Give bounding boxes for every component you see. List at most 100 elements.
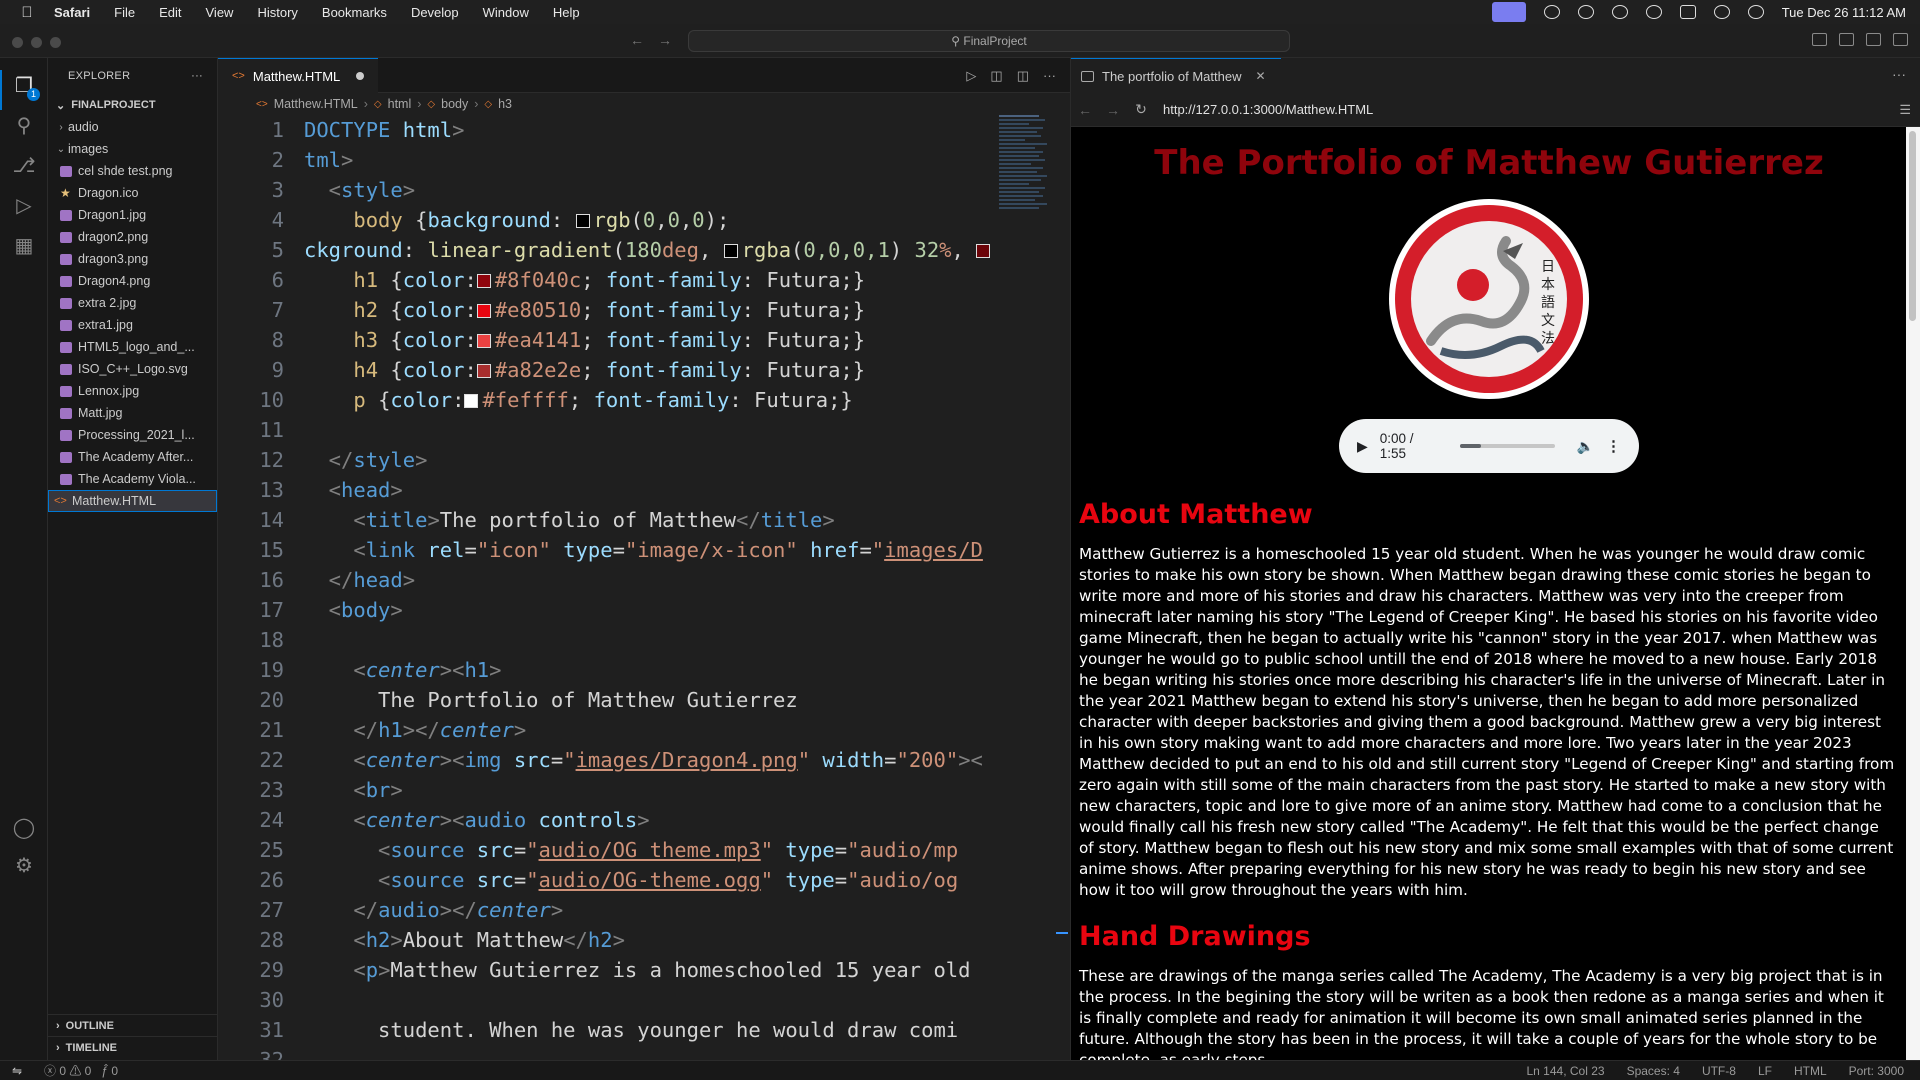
close-icon[interactable]: ✕ bbox=[1255, 69, 1265, 83]
breadcrumb-item[interactable]: body bbox=[441, 97, 468, 111]
menu-edit[interactable]: Edit bbox=[159, 5, 181, 20]
tree-file[interactable]: Processing_2021_l... bbox=[48, 424, 217, 446]
tab-preview[interactable]: The portfolio of Matthew ✕ bbox=[1071, 58, 1281, 93]
open-preview-icon[interactable]: ◫ bbox=[990, 68, 1002, 84]
customize-layout-icon[interactable] bbox=[1893, 33, 1908, 46]
tree-file[interactable]: cel shde test.png bbox=[48, 160, 217, 182]
extensions-icon[interactable]: ▦ bbox=[12, 234, 36, 258]
menu-view[interactable]: View bbox=[206, 5, 234, 20]
remote-icon[interactable]: ⇋ bbox=[0, 1061, 34, 1080]
menu-history[interactable]: History bbox=[257, 5, 297, 20]
minimap[interactable] bbox=[999, 115, 1065, 395]
tree-file[interactable]: Dragon4.png bbox=[48, 270, 217, 292]
tree-file[interactable]: dragon2.png bbox=[48, 226, 217, 248]
language-mode[interactable]: HTML bbox=[1794, 1064, 1827, 1078]
volume-icon[interactable]: 🔈 bbox=[1577, 438, 1594, 455]
color-swatch-icon[interactable] bbox=[464, 394, 479, 408]
tree-file[interactable]: Matt.jpg bbox=[48, 402, 217, 424]
tree-file[interactable]: The Academy After... bbox=[48, 446, 217, 468]
audio-progress-slider[interactable] bbox=[1460, 444, 1555, 448]
timeline-section[interactable]: › TIMELINE bbox=[48, 1036, 218, 1058]
project-folder[interactable]: ⌄ FINALPROJECT bbox=[48, 94, 217, 116]
zoom-window-button[interactable] bbox=[50, 37, 61, 48]
split-editor-icon[interactable]: ◫ bbox=[1017, 68, 1029, 84]
control-center-icon[interactable] bbox=[1679, 5, 1696, 19]
tree-file[interactable]: extra1.jpg bbox=[48, 314, 217, 336]
toggle-panel-icon[interactable] bbox=[1839, 33, 1854, 46]
account-icon[interactable]: ◯ bbox=[12, 816, 36, 840]
play-circle-icon[interactable] bbox=[1577, 5, 1594, 19]
more-actions-icon[interactable]: ··· bbox=[1892, 66, 1906, 82]
menu-help[interactable]: Help bbox=[553, 5, 580, 20]
tab-matthew-html[interactable]: <> Matthew.HTML bbox=[218, 58, 379, 93]
source-control-icon[interactable]: ⎇ bbox=[12, 154, 36, 178]
breadcrumb-item[interactable]: Matthew.HTML bbox=[274, 97, 358, 111]
run-icon[interactable]: ▷ bbox=[966, 68, 976, 84]
hamburger-menu-icon[interactable]: ☰ bbox=[1899, 102, 1911, 118]
forward-arrow-icon[interactable]: → bbox=[1099, 102, 1127, 118]
user-circle-icon[interactable] bbox=[1611, 5, 1628, 19]
problems-indicator[interactable]: ⓧ 0 ⚠ 0 bbox=[44, 1062, 91, 1079]
color-swatch-icon[interactable] bbox=[723, 244, 738, 258]
back-arrow-icon[interactable]: ← bbox=[630, 32, 644, 48]
explorer-more-icon[interactable]: ··· bbox=[191, 70, 203, 82]
url-field[interactable]: http://127.0.0.1:3000/Matthew.HTML bbox=[1163, 102, 1373, 117]
tree-file[interactable]: The Academy Viola... bbox=[48, 468, 217, 490]
tree-file[interactable]: dragon3.png bbox=[48, 248, 217, 270]
code-link[interactable]: images/Dragon4.png bbox=[576, 748, 798, 772]
code-area[interactable]: 1 DOCTYPE html> 2 tml> 3 <style> 4 body {b… bbox=[218, 115, 993, 1060]
code-link[interactable]: images/D bbox=[884, 538, 983, 562]
tree-file-selected[interactable]: <> Matthew.HTML bbox=[48, 490, 217, 512]
back-arrow-icon[interactable]: ← bbox=[1071, 102, 1099, 118]
apple-menu-icon[interactable]:  bbox=[0, 4, 54, 21]
tree-file[interactable]: ISO_C++_Logo.svg bbox=[48, 358, 217, 380]
forward-arrow-icon[interactable]: → bbox=[658, 32, 672, 48]
chrome-icon[interactable] bbox=[1543, 5, 1560, 19]
breadcrumb-item[interactable]: h3 bbox=[498, 97, 512, 111]
menu-file[interactable]: File bbox=[114, 5, 135, 20]
color-swatch-icon[interactable] bbox=[976, 244, 991, 258]
color-swatch-icon[interactable] bbox=[476, 304, 491, 318]
breadcrumb-item[interactable]: html bbox=[388, 97, 412, 111]
reload-icon[interactable]: ↻ bbox=[1127, 101, 1155, 118]
toggle-secondary-sidebar-icon[interactable] bbox=[1866, 33, 1881, 46]
tree-folder-images[interactable]: ⌄ images bbox=[48, 138, 217, 160]
color-swatch-icon[interactable] bbox=[476, 334, 491, 348]
toggle-primary-sidebar-icon[interactable] bbox=[1812, 33, 1827, 46]
color-swatch-icon[interactable] bbox=[476, 274, 491, 288]
minimize-window-button[interactable] bbox=[31, 37, 42, 48]
tree-file[interactable]: extra 2.jpg bbox=[48, 292, 217, 314]
search-icon[interactable] bbox=[1713, 5, 1730, 19]
cursor-position[interactable]: Ln 144, Col 23 bbox=[1527, 1064, 1605, 1078]
tree-folder-audio[interactable]: › audio bbox=[48, 116, 217, 138]
close-window-button[interactable] bbox=[12, 37, 23, 48]
code-link[interactable]: audio/OG theme.mp3 bbox=[539, 838, 761, 862]
tree-file[interactable]: Dragon1.jpg bbox=[48, 204, 217, 226]
menubar-clock[interactable]: Tue Dec 26 11:12 AM bbox=[1782, 5, 1906, 20]
live-server-port[interactable]: Port: 3000 bbox=[1849, 1064, 1904, 1078]
command-center-search[interactable]: ⚲ FinalProject bbox=[688, 30, 1290, 52]
color-swatch-icon[interactable] bbox=[575, 214, 590, 228]
indentation[interactable]: Spaces: 4 bbox=[1627, 1064, 1680, 1078]
more-vertical-icon[interactable]: ⋮ bbox=[1606, 437, 1621, 455]
more-actions-icon[interactable]: ··· bbox=[1043, 68, 1056, 84]
settings-gear-icon[interactable]: ⚙ bbox=[12, 854, 36, 878]
run-debug-icon[interactable]: ▷ bbox=[12, 194, 36, 218]
tree-file[interactable]: ★ Dragon.ico bbox=[48, 182, 217, 204]
tree-file[interactable]: HTML5_logo_and_... bbox=[48, 336, 217, 358]
siri-icon[interactable] bbox=[1747, 5, 1764, 19]
menu-window[interactable]: Window bbox=[483, 5, 529, 20]
outline-section[interactable]: › OUTLINE bbox=[48, 1014, 218, 1036]
color-swatch-icon[interactable] bbox=[476, 364, 491, 378]
tree-file[interactable]: Lennox.jpg bbox=[48, 380, 217, 402]
preview-scrollbar[interactable] bbox=[1906, 127, 1920, 1060]
menu-bookmarks[interactable]: Bookmarks bbox=[322, 5, 387, 20]
wifi-icon[interactable] bbox=[1645, 5, 1662, 19]
scrollbar-thumb[interactable] bbox=[1909, 131, 1916, 321]
encoding[interactable]: UTF-8 bbox=[1702, 1064, 1736, 1078]
play-icon[interactable]: ▶ bbox=[1357, 438, 1368, 455]
ports-indicator[interactable]: ƒ̂ 0 bbox=[101, 1064, 118, 1078]
code-link[interactable]: audio/OG-theme.ogg bbox=[539, 868, 761, 892]
screen-share-icon[interactable] bbox=[1491, 2, 1526, 22]
explorer-icon[interactable]: ❐ 1 bbox=[12, 74, 40, 101]
